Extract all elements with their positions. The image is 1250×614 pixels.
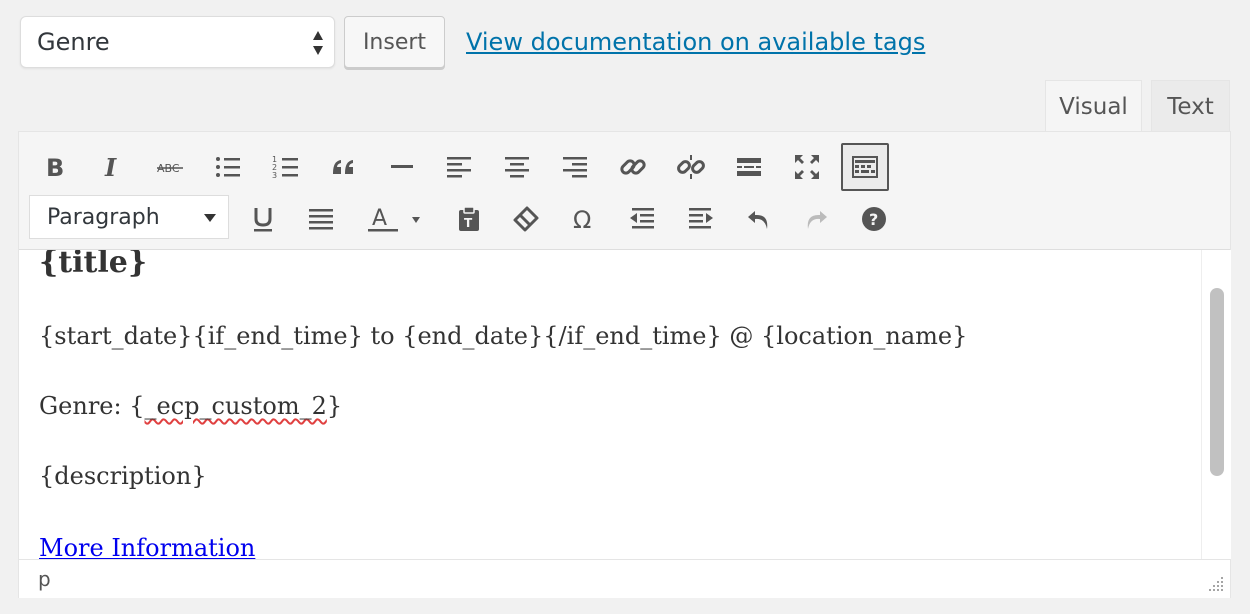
- element-path[interactable]: p: [38, 567, 51, 591]
- svg-text:B: B: [46, 154, 64, 181]
- genre-suffix: }: [326, 392, 343, 420]
- spellcheck-error[interactable]: _ecp_custom_2: [145, 392, 327, 420]
- format-select[interactable]: Paragraph: [29, 195, 229, 239]
- svg-text:3: 3: [272, 171, 277, 180]
- resize-handle-icon[interactable]: [1208, 576, 1224, 592]
- blockquote-icon[interactable]: [324, 147, 364, 187]
- special-character-icon[interactable]: Ω: [564, 199, 604, 239]
- tag-insert-bar: Genre Insert View documentation on avail…: [20, 16, 925, 68]
- numbered-list-icon[interactable]: 123: [266, 147, 306, 187]
- scrollbar-thumb[interactable]: [1210, 288, 1224, 476]
- svg-text:I: I: [104, 153, 117, 181]
- select-arrows-icon: [313, 31, 323, 55]
- editor-content[interactable]: {title} {start_date}{if_end_time} to {en…: [19, 250, 1199, 559]
- align-left-icon[interactable]: [439, 147, 479, 187]
- content-title-tag: {title}: [39, 250, 148, 280]
- rich-text-editor: B I ABC 123 Paragraph A T Ω ? {title} {s…: [18, 131, 1231, 598]
- content-description-line: {description}: [39, 462, 207, 490]
- chevron-down-icon: [204, 214, 216, 222]
- horizontal-line-icon[interactable]: [382, 147, 422, 187]
- clear-formatting-icon[interactable]: [506, 199, 546, 239]
- svg-text:A: A: [372, 206, 387, 231]
- help-icon[interactable]: ?: [854, 199, 894, 239]
- editor-tabs: Visual Text: [1036, 80, 1230, 133]
- outdent-icon[interactable]: [622, 199, 662, 239]
- link-icon[interactable]: [613, 147, 653, 187]
- tab-visual[interactable]: Visual: [1045, 80, 1142, 133]
- content-genre-line: Genre: {_ecp_custom_2}: [39, 392, 342, 420]
- tag-select-value: Genre: [37, 28, 110, 56]
- fullscreen-icon[interactable]: [787, 147, 827, 187]
- genre-prefix: Genre: {: [39, 392, 145, 420]
- editor-toolbar: B I ABC 123 Paragraph A T Ω ?: [19, 132, 1230, 250]
- text-color-icon[interactable]: A: [361, 199, 431, 239]
- redo-icon[interactable]: [796, 199, 836, 239]
- bullet-list-icon[interactable]: [208, 147, 248, 187]
- align-right-icon[interactable]: [555, 147, 595, 187]
- bold-icon[interactable]: B: [35, 147, 75, 187]
- insert-button[interactable]: Insert: [344, 16, 445, 68]
- underline-icon[interactable]: [243, 199, 283, 239]
- read-more-icon[interactable]: [729, 147, 769, 187]
- justify-icon[interactable]: [301, 199, 341, 239]
- tag-select[interactable]: Genre: [20, 16, 335, 68]
- more-information-link[interactable]: More Information: [39, 534, 255, 559]
- documentation-link[interactable]: View documentation on available tags: [466, 28, 925, 56]
- align-center-icon[interactable]: [497, 147, 537, 187]
- svg-text:Ω: Ω: [573, 206, 591, 233]
- tab-text[interactable]: Text: [1151, 80, 1230, 132]
- indent-icon[interactable]: [681, 199, 721, 239]
- paste-text-icon[interactable]: T: [449, 199, 489, 239]
- unlink-icon[interactable]: [671, 147, 711, 187]
- scrollbar[interactable]: [1201, 250, 1231, 559]
- undo-icon[interactable]: [739, 199, 779, 239]
- status-bar: p: [19, 559, 1230, 598]
- content-date-line: {start_date}{if_end_time} to {end_date}{…: [39, 322, 968, 350]
- svg-text:T: T: [464, 216, 473, 230]
- italic-icon[interactable]: I: [92, 147, 132, 187]
- svg-text:?: ?: [869, 210, 878, 229]
- toolbar-toggle-icon[interactable]: [841, 143, 889, 191]
- strikethrough-icon[interactable]: ABC: [150, 147, 190, 187]
- format-select-value: Paragraph: [47, 204, 160, 230]
